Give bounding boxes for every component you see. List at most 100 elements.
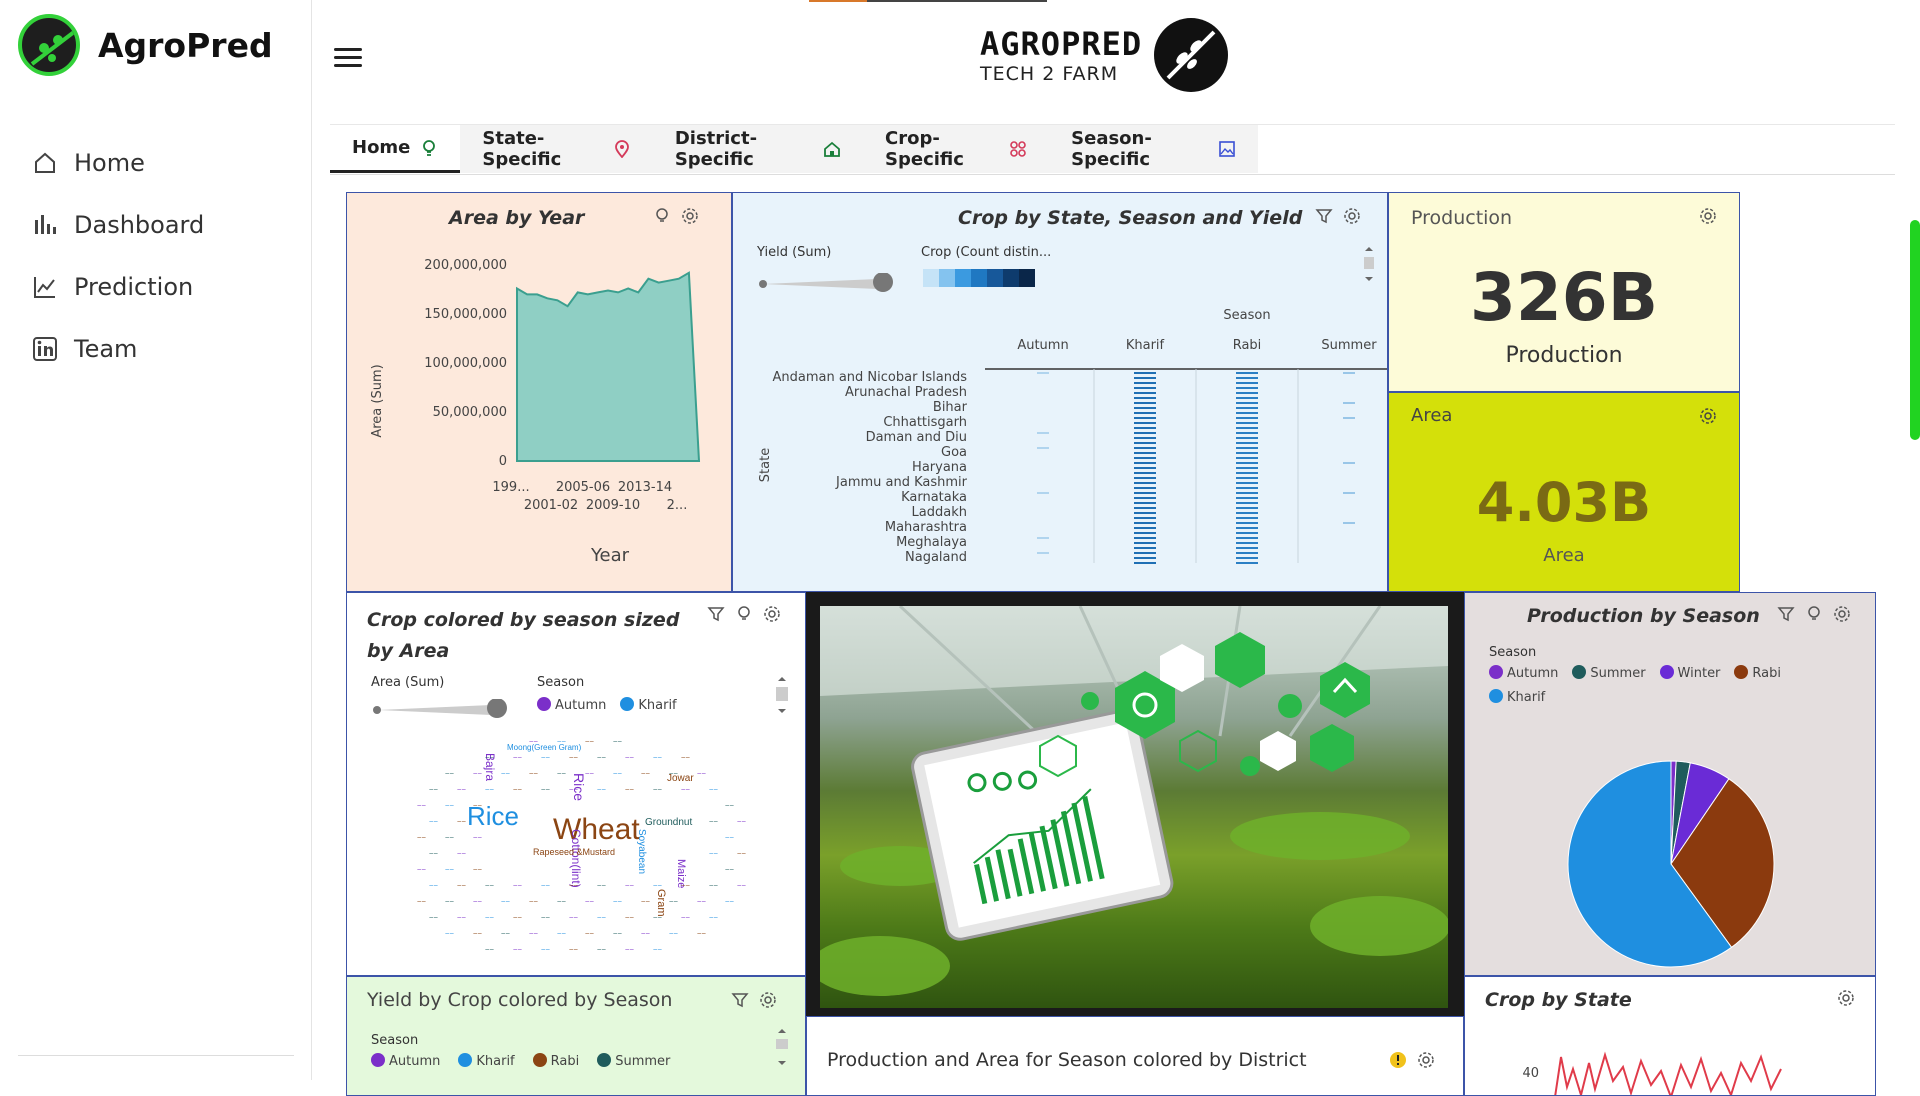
word: ‒‒ (569, 913, 578, 921)
brand[interactable]: AgroPred (18, 14, 273, 76)
settings-icon[interactable] (1699, 407, 1717, 425)
leaf-logo-icon (1154, 18, 1229, 92)
crop-state-season-chart: Season State AutumnKharifRabiSummerWinte… (758, 308, 1387, 565)
legend-item[interactable]: Rabi (532, 1053, 579, 1069)
tab-label: State-Specific (482, 128, 562, 170)
tab-season-specific[interactable]: Season-Specific (1049, 125, 1258, 173)
legend-item[interactable]: Summer (597, 1053, 670, 1069)
x-tick: 2... (667, 498, 688, 513)
col-header: Season (1223, 308, 1270, 323)
word: ‒‒ (513, 945, 522, 953)
x-tick: 199... (492, 480, 529, 495)
warning-icon[interactable] (1389, 1051, 1407, 1069)
legend-size-label: Area (Sum) (371, 675, 445, 690)
sidebar-item-dashboard[interactable]: Dashboard (30, 194, 204, 256)
word[interactable]: Cotton(lint) (569, 829, 583, 888)
word: ‒‒ (445, 769, 454, 777)
season-col-label: Summer (1321, 338, 1377, 353)
molecule-icon (1009, 140, 1027, 158)
word: ‒‒ (613, 737, 622, 745)
word: ‒‒ (585, 769, 594, 777)
filter-icon[interactable] (707, 605, 725, 623)
word: ‒‒ (541, 881, 550, 889)
wordcloud-chart: Wheat Rice Bajra Rice Groundnut Jowar Soyabean… (377, 733, 777, 968)
season-col-label: Rabi (1233, 338, 1262, 353)
legend-scrollbar[interactable] (775, 1027, 789, 1069)
tab-label: Season-Specific (1071, 128, 1152, 170)
word: ‒‒ (417, 833, 426, 841)
word: ‒‒ (473, 865, 482, 873)
home-icon (30, 148, 60, 178)
tab-home[interactable]: Home (330, 125, 461, 173)
word[interactable]: Moong(Green Gram) (507, 743, 581, 752)
settings-icon[interactable] (1417, 1051, 1435, 1069)
word[interactable]: Soyabean (636, 829, 647, 874)
legend-item[interactable]: Autumn (371, 1053, 440, 1069)
sidebar-item-home[interactable]: Home (30, 132, 204, 194)
word: ‒‒ (613, 929, 622, 937)
yield-by-crop-card: Yield by Crop colored by Season Season A… (346, 976, 806, 1096)
x-axis-label: Year (590, 545, 630, 566)
top-accent-dark (867, 0, 1047, 2)
word: ‒‒ (485, 913, 494, 921)
word: ‒‒ (709, 881, 718, 889)
area-label: Area (1543, 545, 1585, 566)
word: ‒‒ (473, 897, 482, 905)
word: ‒‒ (457, 817, 466, 825)
word: ‒‒ (625, 785, 634, 793)
x-tick: 2009-10 (586, 498, 640, 513)
filter-icon[interactable] (731, 991, 749, 1009)
menu-toggle-button[interactable] (334, 48, 362, 68)
word: ‒‒ (445, 929, 454, 937)
word[interactable]: Groundnut (645, 817, 692, 828)
tab-state-specific[interactable]: State-Specific (460, 125, 652, 173)
word: ‒‒ (709, 785, 718, 793)
line-chart-icon (30, 272, 60, 302)
word: ‒‒ (529, 897, 538, 905)
logo-subtitle: TECH 2 FARM (980, 63, 1119, 85)
word: ‒‒ (653, 785, 662, 793)
house-icon (823, 140, 841, 158)
settings-icon[interactable] (763, 605, 781, 623)
word: ‒‒ (669, 769, 678, 777)
word: ‒‒ (457, 913, 466, 921)
tab-district-specific[interactable]: District-Specific (653, 125, 863, 173)
word[interactable]: Wheat (553, 813, 640, 847)
tab-bar: Home State-Specific District-Specific Cr… (330, 125, 1258, 173)
x-tick: 2013-14 (618, 480, 672, 495)
word: ‒‒ (681, 785, 690, 793)
word[interactable]: Rapeseed &Mustard (533, 847, 615, 857)
word: ‒‒ (569, 881, 578, 889)
settings-icon[interactable] (1699, 207, 1717, 225)
crop-state-season-card: Crop by State, Season and Yield Yield (S… (732, 192, 1388, 592)
word: ‒‒ (625, 881, 634, 889)
word: ‒‒ (445, 897, 454, 905)
sidebar-item-prediction[interactable]: Prediction (30, 256, 204, 318)
area-size-slider[interactable] (373, 698, 509, 721)
state-row-label: Goa (941, 445, 967, 460)
sidebar-divider (18, 1055, 294, 1056)
settings-icon[interactable] (759, 991, 777, 1009)
word: ‒‒ (697, 929, 706, 937)
insight-icon[interactable] (735, 605, 753, 623)
sidebar-item-label: Prediction (74, 273, 194, 301)
sidebar-item-team[interactable]: Team (30, 318, 204, 380)
legend-scrollbar[interactable] (775, 675, 789, 717)
page-scrollbar[interactable] (1910, 220, 1920, 440)
word: ‒‒ (641, 929, 650, 937)
word: ‒‒ (457, 785, 466, 793)
legend-item[interactable]: Autumn (537, 697, 606, 713)
prod-area-district-card: Production and Area for Season colored b… (806, 1016, 1464, 1096)
tab-crop-specific[interactable]: Crop-Specific (863, 125, 1049, 173)
legend-item[interactable]: Kharif (620, 697, 677, 713)
tab-label: Crop-Specific (885, 128, 964, 170)
sidebar-nav: Home Dashboard Prediction Team (30, 132, 204, 380)
image-icon (1218, 140, 1236, 158)
word: ‒‒ (485, 881, 494, 889)
word: ‒‒ (669, 929, 678, 937)
y-axis-label: Area (Sum) (370, 364, 385, 437)
word: ‒‒ (669, 897, 678, 905)
production-by-season-card: Production by Season Season Autumn Summe… (1464, 592, 1876, 976)
legend-item[interactable]: Kharif (458, 1053, 515, 1069)
word: ‒‒ (653, 881, 662, 889)
